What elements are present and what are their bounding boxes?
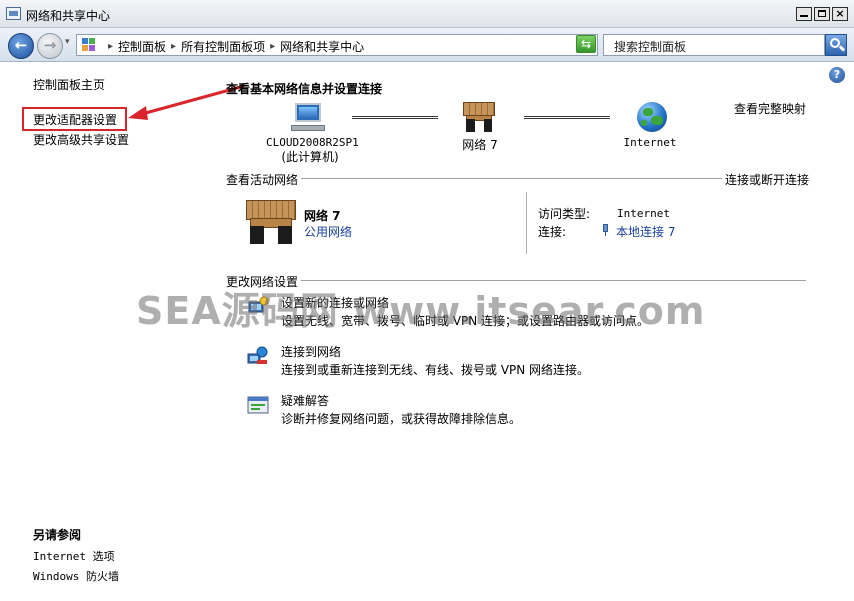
control-panel-icon [82,38,98,52]
map-connection-line [352,116,438,119]
breadcrumb-item-control-panel[interactable]: 控制面板 [118,38,166,55]
access-type-value: Internet [617,207,670,220]
address-bar[interactable]: ▸ 控制面板 ▸ 所有控制面板项 ▸ 网络和共享中心 ▼ [76,34,598,56]
breadcrumb-separator-icon[interactable]: ▸ [270,41,275,52]
breadcrumb-separator-icon[interactable]: ▸ [108,41,113,52]
network-center-app-icon [6,7,21,20]
sidebar-item-advanced-sharing[interactable]: 更改高级共享设置 [33,131,129,148]
active-network-bench-icon [246,200,296,244]
task-connect-network-link[interactable]: 连接到网络 [281,343,341,360]
forward-button[interactable]: → [37,33,63,59]
active-network-name: 网络 7 [304,209,341,223]
close-button[interactable]: × [832,7,848,21]
sidebar-item-change-adapter-settings[interactable]: 更改适配器设置 [33,111,117,128]
network-bench-icon[interactable] [463,102,495,132]
search-button[interactable] [825,34,847,56]
computer-icon[interactable] [291,103,325,133]
refresh-button[interactable]: ⇆ [576,35,596,53]
breadcrumb-separator-icon[interactable]: ▸ [171,41,176,52]
computer-sub-label: (此计算机) [281,150,339,164]
minimize-button[interactable] [796,7,812,21]
page-title: 查看基本网络信息并设置连接 [226,82,383,96]
local-connection-icon [601,224,610,236]
navigation-bar: ← → ▾ ▸ 控制面板 ▸ 所有控制面板项 ▸ 网络和共享中心 ▼ ⇆ 搜索控… [0,28,854,62]
breadcrumb-item-all-items[interactable]: 所有控制面板项 [181,38,265,55]
divider [228,178,806,179]
sidebar-item-control-panel-home[interactable]: 控制面板主页 [33,76,105,93]
connections-label: 连接: [538,225,567,239]
title-bar: 网络和共享中心 × [0,0,854,28]
window-controls: × [796,7,848,21]
internet-globe-icon[interactable] [637,102,667,132]
connect-network-icon [247,346,269,366]
vertical-divider [526,192,527,254]
watermark: SEA源码网 www.itsear.com [136,289,706,333]
map-network-name: 网络 7 [462,138,498,152]
history-dropdown-icon[interactable]: ▾ [65,37,70,47]
breadcrumb-item-network-center[interactable]: 网络和共享中心 [280,38,364,55]
map-internet-label: Internet [623,136,677,149]
breadcrumb: ▸ 控制面板 ▸ 所有控制面板项 ▸ 网络和共享中心 [103,38,364,55]
task-troubleshoot-desc: 诊断并修复网络问题，或获得故障排除信息。 [281,412,522,426]
view-full-map-link[interactable]: 查看完整映射 [734,100,806,117]
active-networks-title: 查看活动网络 [226,171,302,188]
local-connection-link[interactable]: 本地连接 7 [616,223,675,240]
connect-disconnect-link[interactable]: 连接或断开连接 [722,171,810,188]
troubleshoot-icon [247,395,269,415]
task-connect-network-desc: 连接到或重新连接到无线、有线、拨号或 VPN 网络连接。 [281,363,590,377]
see-also-internet-options[interactable]: Internet 选项 [33,548,115,564]
window-title: 网络和共享中心 [26,9,111,23]
active-network-type-link[interactable]: 公用网络 [304,223,352,240]
access-type-label: 访问类型: [538,207,591,221]
search-input[interactable]: 搜索控制面板 [603,34,825,56]
back-button[interactable]: ← [8,33,34,59]
help-icon[interactable]: ? [829,67,845,83]
maximize-button[interactable] [814,7,830,21]
see-also-title: 另请参阅 [33,528,82,542]
see-also-windows-firewall[interactable]: Windows 防火墙 [33,568,119,584]
task-troubleshoot-link[interactable]: 疑难解答 [281,392,329,409]
map-connection-line [524,116,610,119]
